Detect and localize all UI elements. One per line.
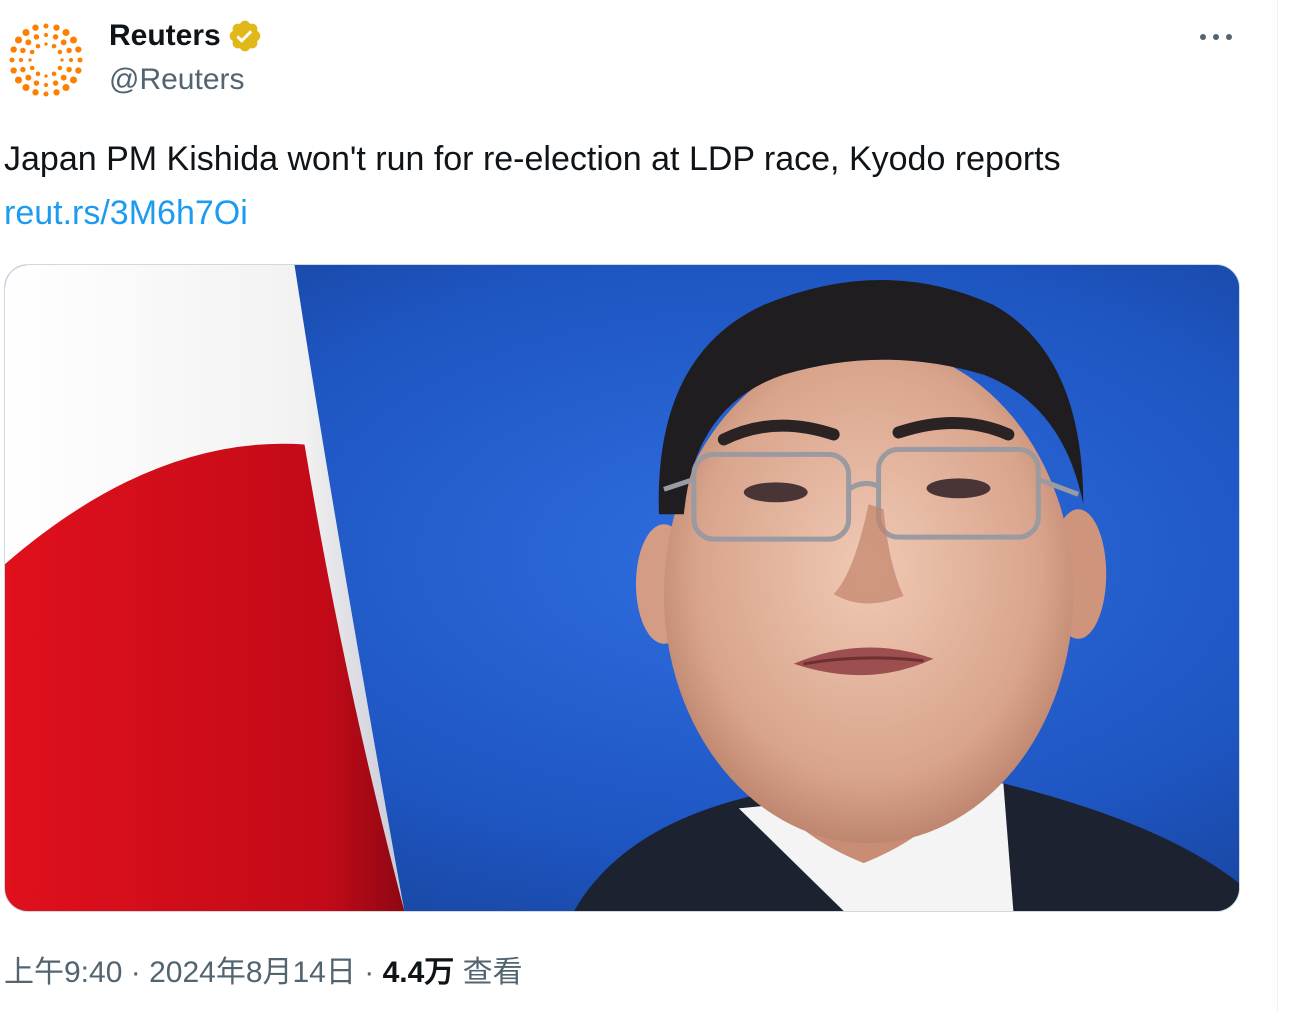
author-display-name[interactable]: Reuters [109, 16, 221, 56]
logo-dot [43, 32, 49, 38]
tweet-media-photo[interactable] [4, 264, 1240, 912]
views-label: 查看 [462, 956, 523, 989]
author-handle[interactable]: @Reuters [109, 60, 245, 100]
logo-dot [25, 39, 32, 46]
meta-separator: · [130, 956, 141, 989]
logo-dot [10, 46, 17, 53]
author-name-row: Reuters [109, 16, 263, 56]
tweet-time[interactable]: 上午9:40 [4, 956, 122, 989]
logo-dot [28, 58, 32, 62]
logo-dot [32, 89, 39, 96]
logo-dot [14, 36, 23, 44]
logo-dot [44, 42, 48, 46]
logo-dot [68, 57, 74, 63]
logo-dot [60, 58, 64, 62]
views-count: 4.4万 [382, 956, 455, 989]
logo-dot [60, 74, 67, 81]
timeline-divider [1277, 0, 1278, 1012]
logo-dot [53, 24, 60, 31]
reuters-logo-icon [9, 23, 83, 97]
logo-dot [29, 49, 35, 55]
logo-dot [14, 76, 23, 84]
logo-dot [29, 65, 35, 71]
tweet-link[interactable]: reut.rs/3M6h7Oi [4, 190, 248, 236]
logo-dot [62, 83, 70, 92]
tweet-text: Japan PM Kishida won't run for re-electi… [4, 140, 1061, 178]
logo-dot [10, 67, 17, 74]
logo-dot [53, 89, 60, 96]
logo-dot [43, 23, 49, 29]
logo-dot [52, 34, 59, 40]
logo-dot [52, 80, 59, 86]
more-horizontal-icon [1200, 34, 1232, 40]
logo-dot [66, 47, 72, 54]
photo-kishida-with-japanese-flag [5, 265, 1239, 911]
logo-dot [51, 71, 57, 77]
logo-dot [57, 49, 63, 55]
logo-dot [22, 28, 30, 37]
verified-badge-icon[interactable] [227, 18, 263, 54]
logo-dot [60, 39, 67, 46]
logo-dot [66, 66, 72, 73]
logo-dot [25, 74, 32, 81]
logo-dot [44, 74, 48, 78]
logo-dot [43, 82, 49, 88]
logo-dot [20, 66, 26, 73]
tweet-meta: 上午9:40 · 2024年8月14日 · 4.4万 查看 [4, 952, 523, 994]
logo-dot [20, 47, 26, 54]
logo-dot [69, 36, 78, 44]
logo-dot [33, 34, 40, 40]
logo-dot [43, 91, 49, 97]
more-options-button[interactable] [1196, 20, 1236, 54]
logo-dot [75, 67, 82, 74]
logo-dot [57, 65, 63, 71]
logo-dot [69, 76, 78, 84]
tweet-date[interactable]: 2024年8月14日 [149, 956, 356, 989]
logo-dot [18, 57, 24, 63]
logo-dot [62, 28, 70, 37]
logo-dot [32, 24, 39, 31]
logo-dot [77, 57, 83, 63]
logo-dot [51, 43, 57, 49]
logo-dot [35, 71, 41, 77]
meta-separator: · [364, 956, 375, 989]
logo-dot [22, 83, 30, 92]
author-avatar[interactable] [4, 18, 88, 102]
logo-dot [9, 57, 15, 63]
logo-dot [75, 46, 82, 53]
logo-dot [33, 80, 40, 86]
logo-dot [35, 43, 41, 49]
